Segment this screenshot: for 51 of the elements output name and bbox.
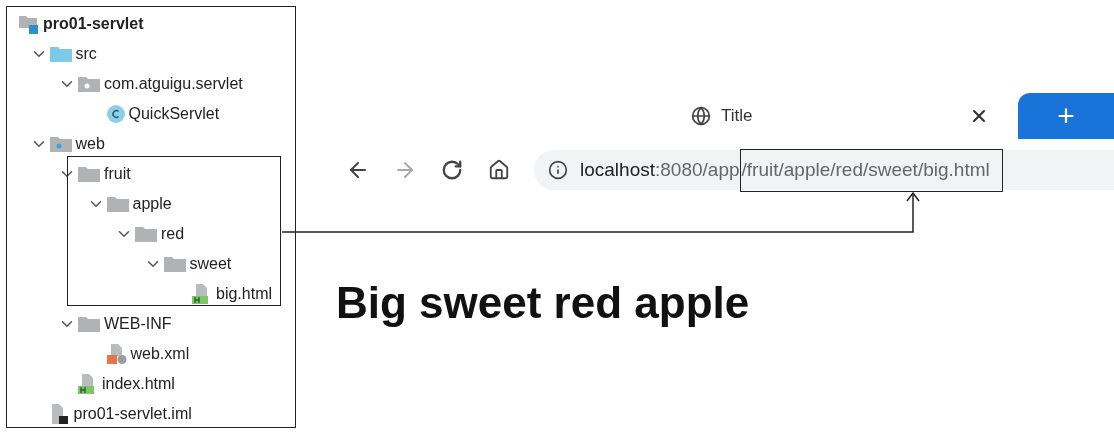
tree-item[interactable]: apple (7, 189, 295, 219)
tree-item[interactable]: big.html (7, 279, 295, 309)
folder-icon (135, 226, 157, 242)
tree-label: QuickServlet (128, 105, 220, 123)
folder-icon (78, 166, 100, 182)
tree-label: web.xml (130, 345, 190, 363)
folder-icon (163, 256, 186, 272)
tree-label: big.html (216, 285, 273, 303)
folder-icon (78, 76, 100, 92)
tree-item[interactable]: pro01-servlet.iml (7, 399, 295, 429)
tree-label: WEB-INF (104, 315, 172, 333)
folder-icon (49, 46, 72, 62)
tree-label: red (161, 225, 185, 243)
tree-item[interactable]: com.atguigu.servlet (7, 69, 295, 99)
tree-label: web (75, 135, 105, 153)
tree-item[interactable]: QuickServlet (7, 99, 295, 129)
tree-label: fruit (104, 165, 131, 183)
project-icon (19, 14, 39, 34)
tree-item[interactable]: WEB-INF (7, 309, 295, 339)
tree-item[interactable]: web (7, 129, 295, 159)
tree-label: pro01-servlet.iml (73, 405, 192, 423)
home-icon (488, 159, 510, 181)
tree-label: index.html (102, 375, 175, 393)
tree-item[interactable]: web.xml (7, 339, 295, 369)
reload-icon (441, 159, 463, 181)
xml-file-icon (106, 344, 127, 364)
tab-title: Title (721, 106, 753, 126)
url-host: localhost (580, 159, 655, 181)
tree-label: com.atguigu.servlet (104, 75, 243, 93)
tree-item[interactable]: sweet (7, 249, 295, 279)
info-icon (548, 160, 568, 180)
page-heading: Big sweet red apple (336, 278, 751, 328)
url-path: :8080/app (655, 159, 740, 181)
tree-label: pro01-servlet (43, 15, 144, 33)
tree-item[interactable]: fruit (7, 159, 295, 189)
highlighted-url-path: /fruit/apple/red/sweet/big.html (739, 148, 1003, 192)
tree-item[interactable]: index.html (7, 369, 295, 399)
tree-item[interactable]: src (7, 39, 295, 69)
class-icon (106, 105, 125, 123)
folder-icon (106, 196, 129, 212)
folder-icon (78, 316, 100, 332)
tree-item[interactable]: pro01-servlet (7, 9, 295, 39)
address-bar[interactable]: localhost:8080/app/fruit/apple/red/sweet/big.html (534, 150, 1114, 190)
tree-label: apple (132, 195, 172, 213)
folder-icon (49, 136, 72, 152)
tree-label: sweet (189, 255, 232, 273)
tree-label: src (75, 45, 97, 63)
new-tab-button[interactable]: + (1018, 93, 1114, 139)
module-file-icon (49, 404, 70, 424)
tree-item[interactable]: red (7, 219, 295, 249)
globe-icon (691, 106, 711, 126)
